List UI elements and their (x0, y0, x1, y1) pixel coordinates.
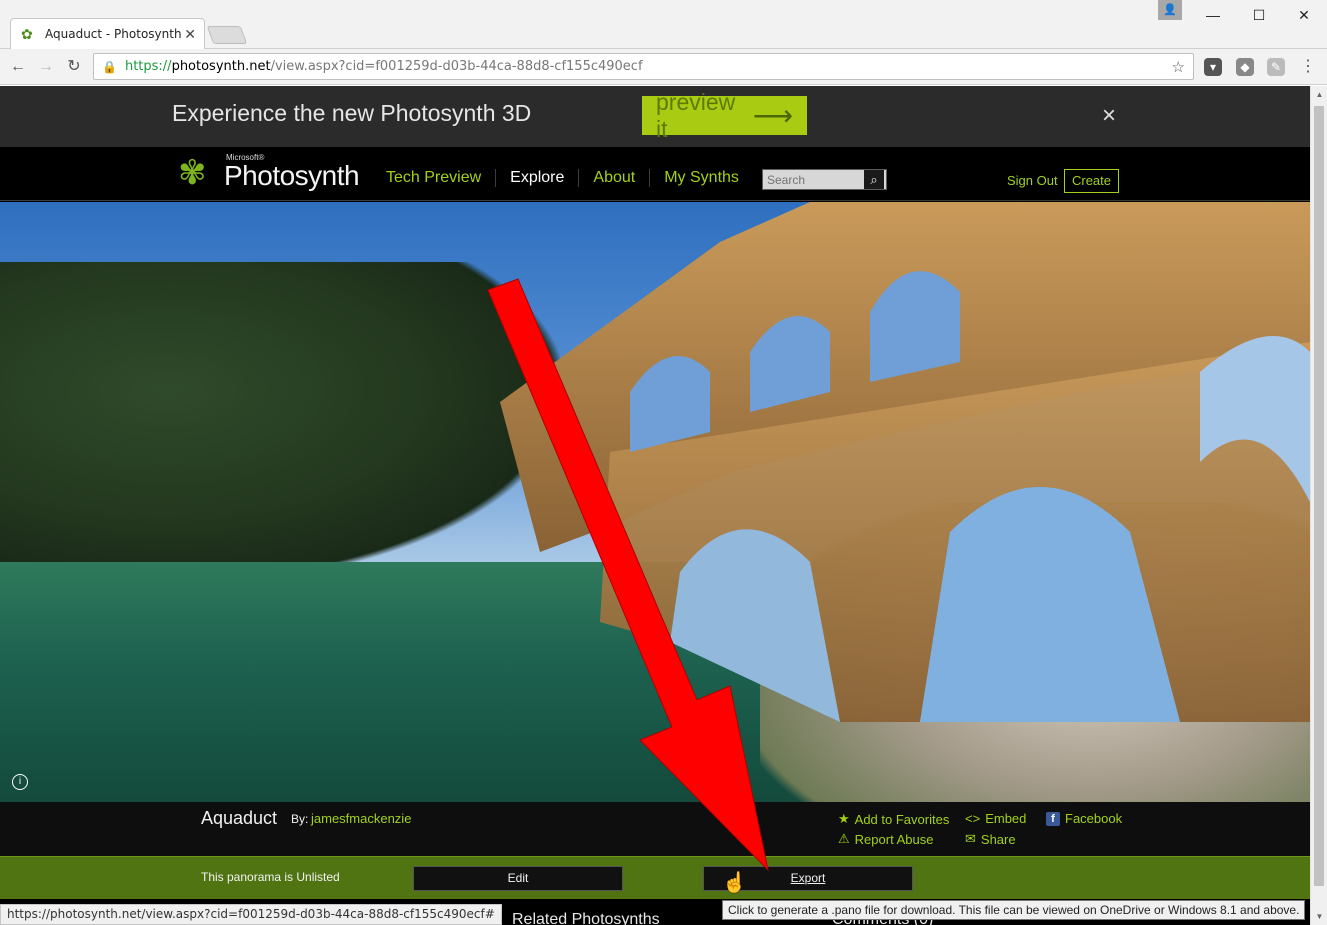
promo-close-icon[interactable]: × (1102, 102, 1116, 130)
add-to-favorites-label: Add to Favorites (854, 811, 950, 827)
unlisted-status: This panorama is Unlisted (201, 870, 340, 884)
create-button[interactable]: Create (1064, 169, 1119, 193)
nav-my-synths[interactable]: My Synths (649, 169, 753, 187)
facebook-link[interactable]: f Facebook (1046, 811, 1122, 826)
nav-tech-preview[interactable]: Tech Preview (372, 169, 495, 187)
page-viewport: Experience the new Photosynth 3D preview… (0, 86, 1310, 925)
minimize-icon[interactable]: — (1190, 0, 1236, 30)
back-arrow-icon[interactable]: ← (8, 57, 28, 77)
export-tooltip: Click to generate a .pano file for downl… (722, 900, 1306, 920)
maximize-icon[interactable]: ☐ (1236, 0, 1282, 30)
logo-microsoft: Microsoft® (226, 153, 265, 162)
photosynth-logo[interactable]: ✾ Microsoft® Photosynth (178, 153, 360, 193)
synth-meta: Aquaduct By: jamesfmackenzie ★ Add to Fa… (0, 802, 1310, 856)
add-to-favorites-link[interactable]: ★ Add to Favorites (838, 811, 949, 827)
browser-menu-icon[interactable]: ⋮ (1298, 57, 1318, 77)
embed-link[interactable]: <> Embed (965, 811, 1026, 826)
bookmark-star-icon[interactable]: ☆ (1172, 58, 1185, 76)
window-close-icon[interactable]: ✕ (1281, 0, 1327, 30)
facebook-label: Facebook (1065, 811, 1123, 826)
preview-it-label: preview it (656, 88, 736, 142)
panorama-viewer[interactable]: i (0, 202, 1310, 802)
hand-cursor-icon: ☝ (722, 872, 747, 894)
status-bar-url: https://photosynth.net/view.aspx?cid=f00… (0, 904, 502, 925)
facebook-icon: f (1046, 811, 1060, 826)
browser-tab[interactable]: ✿ Aquaduct - Photosynth ✕ (10, 18, 205, 49)
edit-button[interactable]: Edit (413, 866, 623, 891)
sign-out-link[interactable]: Sign Out (1007, 173, 1058, 188)
reload-icon[interactable]: ↻ (64, 57, 84, 77)
extension-icon-2[interactable]: ✎ (1267, 58, 1285, 76)
logo-wordmark: Microsoft® Photosynth (224, 153, 360, 192)
author-link[interactable]: jamesfmackenzie (311, 811, 411, 826)
related-heading: Related Photosynths (512, 911, 660, 925)
report-abuse-label: Report Abuse (854, 831, 934, 847)
site-nav: ✾ Microsoft® Photosynth Tech Preview Exp… (0, 147, 1310, 201)
scrollbar-thumb[interactable] (1314, 106, 1324, 886)
tab-title: Aquaduct - Photosynth (45, 27, 182, 41)
nav-links: Tech Preview Explore About My Synths (372, 169, 753, 187)
url-path: /view.aspx?cid=f001259d-d03b-44ca-88d8-c… (270, 59, 643, 74)
mail-icon: ✉ (965, 831, 976, 846)
owner-action-bar: This panorama is Unlisted Edit Export (0, 856, 1310, 899)
page-scrollbar[interactable]: ▲ ▼ (1310, 86, 1327, 925)
info-icon[interactable]: i (12, 774, 28, 790)
address-bar[interactable]: 🔒 https://photosynth.net/view.aspx?cid=f… (93, 53, 1194, 80)
forward-arrow-icon[interactable]: → (36, 57, 56, 77)
search-box: ⌕ (762, 169, 887, 190)
photosynth-favicon-icon: ✿ (21, 26, 33, 42)
search-icon[interactable]: ⌕ (864, 170, 884, 189)
panorama-trees (0, 262, 560, 582)
scroll-up-icon[interactable]: ▲ (1311, 86, 1327, 103)
synth-title: Aquaduct (201, 808, 278, 828)
extension-icon[interactable]: ◆ (1236, 58, 1254, 76)
scroll-down-icon[interactable]: ▼ (1311, 908, 1327, 925)
star-icon: ★ (838, 811, 850, 826)
browser-toolbar: ← → ↻ 🔒 https://photosynth.net/view.aspx… (0, 49, 1327, 85)
warning-icon: ⚠ (838, 831, 850, 846)
lock-icon: 🔒 (102, 59, 117, 74)
nav-about[interactable]: About (578, 169, 649, 187)
tab-close-icon[interactable]: ✕ (184, 26, 196, 43)
promo-text: Experience the new Photosynth 3D (172, 100, 532, 126)
by-label: By: (291, 812, 309, 826)
promo-banner: Experience the new Photosynth 3D preview… (0, 86, 1310, 147)
panorama-aqueduct (500, 202, 1310, 722)
embed-label: Embed (985, 811, 1027, 826)
share-link[interactable]: ✉ Share (965, 831, 1016, 847)
new-tab-button[interactable] (206, 26, 248, 44)
pocket-extension-icon[interactable]: ▾ (1204, 58, 1222, 76)
report-abuse-link[interactable]: ⚠ Report Abuse (838, 831, 933, 847)
url-host: photosynth.net (171, 59, 271, 74)
photosynth-leaf-icon: ✾ (178, 154, 207, 192)
url-scheme: https:// (124, 59, 172, 74)
right-arrow-icon: ⟶ (752, 100, 793, 131)
search-input[interactable] (763, 170, 864, 189)
browser-tabstrip: ✿ Aquaduct - Photosynth ✕ 👤 — ☐ ✕ (0, 0, 1327, 49)
embed-code-icon: <> (965, 811, 981, 826)
user-profile-icon[interactable]: 👤 (1158, 0, 1182, 20)
nav-explore[interactable]: Explore (495, 169, 578, 187)
preview-it-button[interactable]: preview it ⟶ (642, 89, 807, 142)
share-label: Share (980, 831, 1016, 847)
